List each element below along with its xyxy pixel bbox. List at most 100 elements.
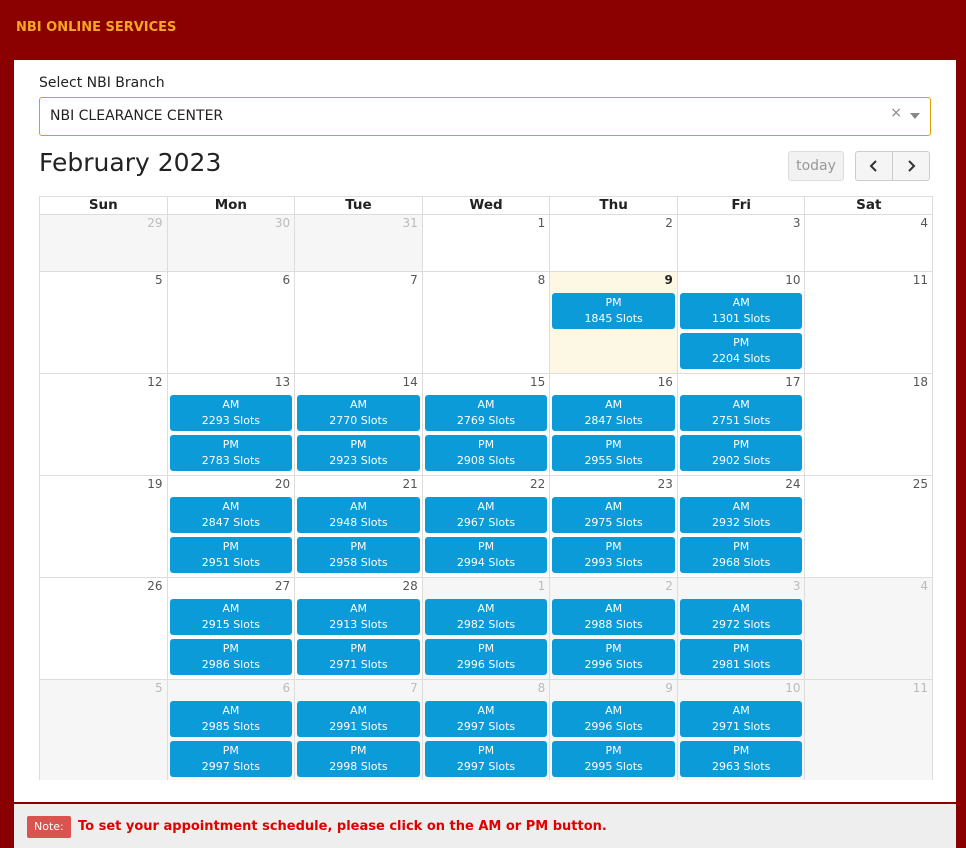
slot-pm-button[interactable]: PM 2994 Slots (424, 537, 548, 573)
calendar-day[interactable]: 13 AM 2293 Slots PM 2783 Slots (167, 374, 296, 475)
calendar-day[interactable]: 1 (422, 215, 551, 271)
calendar-day[interactable]: 18 (805, 374, 933, 475)
calendar-day-today[interactable]: 9 PM 1845 Slots (550, 272, 678, 373)
calendar-day[interactable]: 9 AM 2996 Slots PM 2995 Slots (550, 680, 678, 780)
calendar-day[interactable]: 19 (40, 476, 168, 577)
day-number: 24 (785, 477, 801, 491)
calendar-day[interactable]: 15 AM 2769 Slots PM 2908 Slots (422, 374, 551, 475)
next-month-button[interactable] (892, 151, 930, 181)
slot-am-button[interactable]: AM 2996 Slots (552, 701, 675, 737)
slot-pm-button[interactable]: PM 2968 Slots (679, 537, 803, 573)
day-of-week-header: Sun Mon Tue Wed Thu Fri Sat (40, 197, 932, 215)
slot-count: 2996 Slots (584, 720, 643, 733)
slot-pm-button[interactable]: PM 2998 Slots (297, 741, 420, 777)
calendar-day[interactable]: 7 AM 2991 Slots PM 2998 Slots (295, 680, 423, 780)
calendar-day[interactable]: 23 AM 2975 Slots PM 2993 Slots (550, 476, 678, 577)
slot-pm-button[interactable]: PM 2997 Slots (424, 741, 548, 777)
slot-am-button[interactable]: AM 2847 Slots (552, 395, 675, 431)
slot-pm-button[interactable]: PM 2902 Slots (679, 435, 803, 471)
slot-am-button[interactable]: AM 2751 Slots (679, 395, 803, 431)
slot-pm-button[interactable]: PM 2923 Slots (297, 435, 420, 471)
slot-pm-button[interactable]: PM 2908 Slots (424, 435, 548, 471)
calendar-day[interactable]: 17 AM 2751 Slots PM 2902 Slots (677, 374, 806, 475)
slot-pm-button[interactable]: PM 2204 Slots (679, 333, 803, 369)
slot-pm-button[interactable]: PM 2993 Slots (552, 537, 675, 573)
slot-am-button[interactable]: AM 2913 Slots (297, 599, 420, 635)
slot-am-button[interactable]: AM 2932 Slots (679, 497, 803, 533)
calendar-day[interactable]: 8 (422, 272, 551, 373)
site-title[interactable]: NBI ONLINE SERVICES (16, 20, 176, 35)
clear-icon[interactable]: × (890, 105, 902, 121)
today-button[interactable]: today (788, 151, 844, 181)
calendar-day[interactable]: 11 (805, 680, 933, 780)
calendar-day[interactable]: 3 AM 2972 Slots PM 2981 Slots (677, 578, 806, 679)
slot-am-button[interactable]: AM 2975 Slots (552, 497, 675, 533)
slot-am-button[interactable]: AM 2770 Slots (297, 395, 420, 431)
calendar-day[interactable]: 31 (295, 215, 423, 271)
calendar-week: 29 30 31 1 2 3 4 (40, 215, 933, 272)
calendar-day[interactable]: 10 AM 1301 Slots PM 2204 Slots (677, 272, 806, 373)
slot-pm-button[interactable]: PM 2981 Slots (679, 639, 803, 675)
slot-am-button[interactable]: AM 2985 Slots (169, 701, 293, 737)
calendar-day[interactable]: 3 (677, 215, 806, 271)
slot-am-button[interactable]: AM 2991 Slots (297, 701, 420, 737)
chevron-down-icon[interactable] (910, 113, 920, 119)
calendar-day[interactable]: 30 (167, 215, 296, 271)
calendar-day[interactable]: 7 (295, 272, 423, 373)
slot-pm-button[interactable]: PM 2986 Slots (169, 639, 293, 675)
slot-pm-button[interactable]: PM 2971 Slots (297, 639, 420, 675)
calendar-day[interactable]: 29 (40, 215, 168, 271)
slot-period: AM (605, 398, 623, 411)
calendar-day[interactable]: 10 AM 2971 Slots PM 2963 Slots (677, 680, 806, 780)
calendar-day[interactable]: 21 AM 2948 Slots PM 2958 Slots (295, 476, 423, 577)
calendar-day[interactable]: 6 AM 2985 Slots PM 2997 Slots (167, 680, 296, 780)
slot-pm-button[interactable]: PM 1845 Slots (552, 293, 675, 329)
slot-am-button[interactable]: AM 2293 Slots (169, 395, 293, 431)
calendar-day[interactable]: 11 (805, 272, 933, 373)
calendar-day[interactable]: 5 (40, 680, 168, 780)
slot-am-button[interactable]: AM 2982 Slots (424, 599, 548, 635)
slot-am-button[interactable]: AM 1301 Slots (679, 293, 803, 329)
slot-pm-button[interactable]: PM 2995 Slots (552, 741, 675, 777)
calendar-day[interactable]: 4 (805, 215, 933, 271)
calendar-day[interactable]: 12 (40, 374, 168, 475)
slot-am-button[interactable]: AM 2967 Slots (424, 497, 548, 533)
slot-pm-button[interactable]: PM 2996 Slots (552, 639, 675, 675)
slot-pm-button[interactable]: PM 2955 Slots (552, 435, 675, 471)
slot-am-button[interactable]: AM 2948 Slots (297, 497, 420, 533)
calendar-day[interactable]: 2 (550, 215, 678, 271)
slot-am-button[interactable]: AM 2972 Slots (679, 599, 803, 635)
slot-pm-button[interactable]: PM 2996 Slots (424, 639, 548, 675)
calendar-day[interactable]: 28 AM 2913 Slots PM 2971 Slots (295, 578, 423, 679)
slot-pm-button[interactable]: PM 2783 Slots (169, 435, 293, 471)
calendar-day[interactable]: 20 AM 2847 Slots PM 2951 Slots (167, 476, 296, 577)
slot-pm-button[interactable]: PM 2958 Slots (297, 537, 420, 573)
calendar-day[interactable]: 24 AM 2932 Slots PM 2968 Slots (677, 476, 806, 577)
slot-pm-button[interactable]: PM 2951 Slots (169, 537, 293, 573)
calendar-day[interactable]: 16 AM 2847 Slots PM 2955 Slots (550, 374, 678, 475)
calendar-day[interactable]: 26 (40, 578, 168, 679)
calendar-day[interactable]: 5 (40, 272, 168, 373)
calendar-day[interactable]: 1 AM 2982 Slots PM 2996 Slots (422, 578, 551, 679)
slot-count: 2997 Slots (201, 760, 261, 773)
slot-pm-button[interactable]: PM 2963 Slots (679, 741, 803, 777)
calendar-day[interactable]: 22 AM 2967 Slots PM 2994 Slots (422, 476, 551, 577)
slot-am-button[interactable]: AM 2915 Slots (169, 599, 293, 635)
slot-pm-button[interactable]: PM 2997 Slots (169, 741, 293, 777)
calendar-day[interactable]: 27 AM 2915 Slots PM 2986 Slots (167, 578, 296, 679)
slot-am-button[interactable]: AM 2769 Slots (424, 395, 548, 431)
calendar-day[interactable]: 25 (805, 476, 933, 577)
slot-am-button[interactable]: AM 2988 Slots (552, 599, 675, 635)
calendar-day[interactable]: 8 AM 2997 Slots PM 2997 Slots (422, 680, 551, 780)
slot-am-button[interactable]: AM 2971 Slots (679, 701, 803, 737)
calendar-day[interactable]: 4 (805, 578, 933, 679)
prev-month-button[interactable] (855, 151, 893, 181)
branch-select[interactable]: NBI CLEARANCE CENTER × (39, 97, 931, 136)
calendar-day[interactable]: 6 (167, 272, 296, 373)
slot-count: 2955 Slots (584, 454, 643, 467)
calendar-day[interactable]: 2 AM 2988 Slots PM 2996 Slots (550, 578, 678, 679)
day-number: 26 (147, 579, 163, 593)
calendar-day[interactable]: 14 AM 2770 Slots PM 2923 Slots (295, 374, 423, 475)
slot-am-button[interactable]: AM 2847 Slots (169, 497, 293, 533)
slot-am-button[interactable]: AM 2997 Slots (424, 701, 548, 737)
